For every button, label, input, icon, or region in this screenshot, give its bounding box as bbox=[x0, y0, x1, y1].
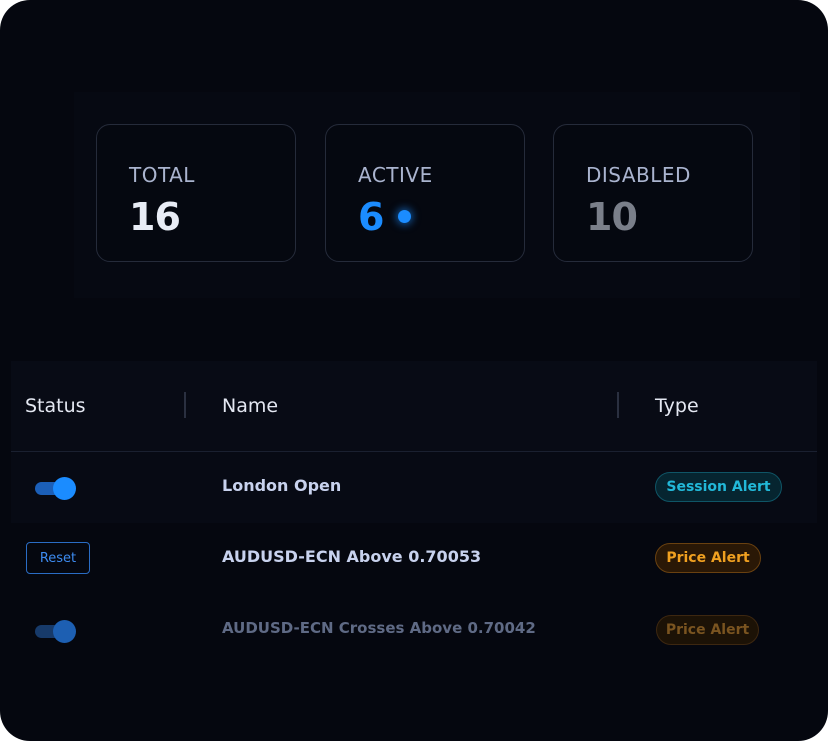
column-header-type[interactable]: Type bbox=[655, 395, 699, 417]
column-header-name[interactable]: Name bbox=[222, 395, 278, 417]
type-badge: Session Alert bbox=[655, 472, 782, 502]
stat-value-disabled: 10 bbox=[586, 195, 638, 239]
stat-label-active: ACTIVE bbox=[358, 163, 433, 187]
status-toggle[interactable] bbox=[35, 476, 77, 500]
toggle-knob bbox=[53, 620, 76, 643]
type-badge: Price Alert bbox=[656, 615, 759, 645]
type-badge: Price Alert bbox=[655, 543, 761, 573]
alert-name: AUDUSD-ECN Crosses Above 0.70042 bbox=[222, 619, 536, 637]
table-row[interactable]: London Open Session Alert bbox=[11, 452, 817, 524]
stat-card-active: ACTIVE 6 bbox=[325, 124, 525, 262]
column-resize-handle[interactable] bbox=[617, 392, 619, 418]
toggle-knob bbox=[53, 477, 76, 500]
stat-card-total: TOTAL 16 bbox=[96, 124, 296, 262]
table-row[interactable]: AUDUSD-ECN Crosses Above 0.70042 Price A… bbox=[11, 595, 817, 666]
reset-button[interactable]: Reset bbox=[26, 542, 90, 574]
stat-value-total: 16 bbox=[129, 195, 181, 239]
active-indicator-icon bbox=[398, 210, 411, 223]
column-resize-handle[interactable] bbox=[184, 392, 186, 418]
stat-value-active: 6 bbox=[358, 195, 384, 239]
table-row[interactable]: Reset AUDUSD-ECN Above 0.70053 Price Ale… bbox=[11, 523, 817, 594]
stat-label-total: TOTAL bbox=[129, 163, 195, 187]
table-header: Status Name Type bbox=[11, 361, 817, 452]
status-toggle[interactable] bbox=[35, 619, 77, 643]
column-header-status[interactable]: Status bbox=[25, 395, 86, 417]
stat-label-disabled: DISABLED bbox=[586, 163, 691, 187]
alert-name: AUDUSD-ECN Above 0.70053 bbox=[222, 547, 482, 566]
stats-panel: TOTAL 16 ACTIVE 6 DISABLED 10 bbox=[74, 92, 800, 298]
alerts-panel: TOTAL 16 ACTIVE 6 DISABLED 10 Status Nam… bbox=[0, 0, 828, 741]
alert-name: London Open bbox=[222, 476, 342, 495]
alerts-table: Status Name Type London Open Session Ale… bbox=[11, 361, 817, 701]
stat-card-disabled: DISABLED 10 bbox=[553, 124, 753, 262]
